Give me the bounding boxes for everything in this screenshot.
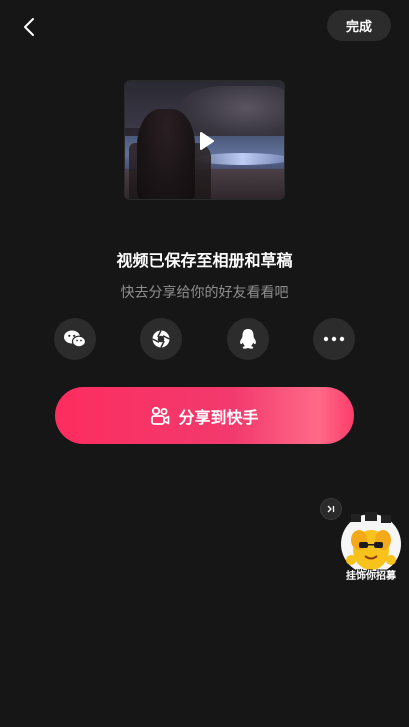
share-more-button[interactable] (313, 318, 355, 360)
done-button[interactable]: 完成 (327, 10, 391, 41)
share-to-kuaishou-button[interactable]: 分享到快手 (55, 387, 354, 444)
more-icon (323, 336, 345, 342)
skip-icon (327, 505, 335, 513)
kuaishou-icon (151, 406, 170, 425)
share-wechat-button[interactable] (54, 318, 96, 360)
video-thumbnail[interactable] (124, 80, 285, 200)
saved-title: 视频已保存至相册和草稿 (116, 251, 293, 270)
promo-caption: 挂饰你招募 (346, 571, 396, 582)
done-button-label: 完成 (345, 20, 372, 35)
back-button[interactable] (14, 12, 44, 42)
share-to-kuaishou-label: 分享到快手 (178, 407, 259, 427)
share-qq-button[interactable] (227, 318, 269, 360)
thumbnail-person (137, 109, 195, 199)
moments-icon (152, 330, 170, 348)
share-subtitle: 快去分享给你的好友看看吧 (120, 285, 289, 301)
share-screen: 完成 视频已保存至相册和草稿 快去分享给你的好友看看吧 分享到快手 挂饰你招募 (0, 0, 409, 727)
wechat-icon (64, 330, 87, 348)
qq-icon (240, 329, 256, 349)
chevron-left-icon (24, 18, 34, 36)
share-moments-button[interactable] (140, 318, 182, 360)
play-icon[interactable] (196, 131, 216, 151)
